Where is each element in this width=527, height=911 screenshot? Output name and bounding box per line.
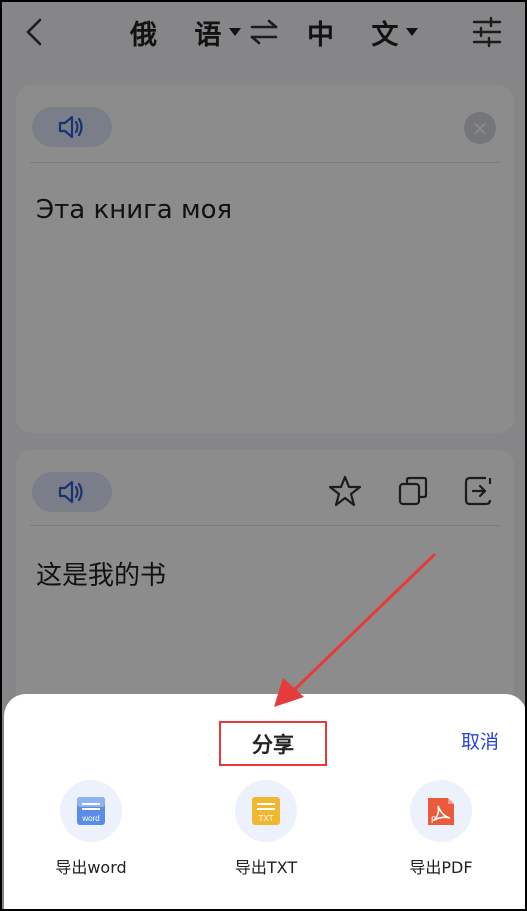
- export-pdf-label: 导出PDF: [409, 858, 473, 877]
- export-pdf-option[interactable]: P 导出PDF: [376, 780, 506, 878]
- export-txt-icon-wrap: TXT: [235, 780, 297, 842]
- pdf-document-icon: P: [428, 798, 454, 825]
- export-txt-label: 导出TXT: [234, 858, 298, 877]
- share-sheet-title: 分享: [219, 721, 327, 766]
- svg-text:P: P: [431, 815, 437, 825]
- export-word-label: 导出word: [55, 858, 127, 877]
- export-pdf-icon-wrap: P: [410, 780, 472, 842]
- export-txt-option[interactable]: TXT 导出TXT: [201, 780, 331, 878]
- export-word-icon-wrap: word: [60, 780, 122, 842]
- svg-text:word: word: [81, 814, 99, 823]
- word-document-icon: word: [77, 797, 105, 825]
- cancel-button[interactable]: 取消: [461, 727, 499, 754]
- txt-document-icon: TXT: [252, 797, 280, 825]
- export-word-option[interactable]: word 导出word: [26, 780, 156, 878]
- svg-text:TXT: TXT: [258, 814, 273, 823]
- app-screen: 俄 语 中 文 × Эта книга моя 这是我的书 分享 取消 word…: [0, 0, 527, 911]
- share-sheet: 分享 取消 word 导出word TXT 导出TXT P 导出PDF: [4, 694, 525, 909]
